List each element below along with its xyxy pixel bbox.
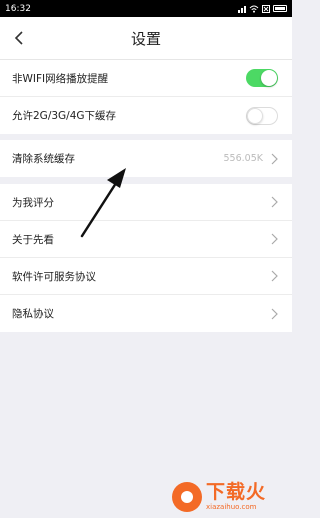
settings-screen: 16:32 设置 非WIFI网络播放提醒 允许2G/3G/4G下缓存 清除系统缓…	[0, 0, 292, 518]
setting-row-rate-us[interactable]: 为我评分	[0, 184, 292, 221]
back-button[interactable]	[6, 25, 32, 51]
chevron-left-icon	[14, 31, 23, 45]
non-wifi-reminder-toggle[interactable]	[246, 69, 278, 87]
toggle-knob	[247, 107, 263, 124]
setting-row-mobile-cache: 允许2G/3G/4G下缓存	[0, 97, 292, 134]
setting-row-about[interactable]: 关于先看	[0, 221, 292, 258]
nav-bar: 设置	[0, 17, 292, 60]
watermark-logo-icon	[172, 482, 202, 512]
watermark-sub: xiazaihuo.com	[206, 503, 257, 511]
setting-label: 允许2G/3G/4G下缓存	[12, 110, 117, 122]
status-time: 16:32	[5, 3, 31, 14]
chevron-right-icon	[271, 233, 278, 245]
setting-label: 关于先看	[12, 233, 54, 246]
page-title: 设置	[130, 29, 161, 48]
setting-label: 非WIFI网络播放提醒	[12, 72, 109, 85]
battery-icon	[273, 5, 287, 12]
chevron-right-icon	[271, 196, 278, 208]
cache-group: 清除系统缓存 556.05K	[0, 140, 292, 177]
status-bar: 16:32	[0, 0, 292, 17]
status-icons	[238, 4, 287, 13]
row-right: 556.05K	[224, 153, 278, 165]
setting-row-non-wifi-reminder: 非WIFI网络播放提醒	[0, 60, 292, 97]
playback-settings-group: 非WIFI网络播放提醒 允许2G/3G/4G下缓存	[0, 60, 292, 134]
setting-row-clear-cache[interactable]: 清除系统缓存 556.05K	[0, 140, 292, 177]
toggle-knob	[261, 70, 277, 86]
watermark-text: 下载火 xiazaihuo.com	[206, 483, 266, 511]
setting-label: 软件许可服务协议	[12, 270, 96, 283]
setting-label: 为我评分	[12, 196, 54, 209]
setting-row-license[interactable]: 软件许可服务协议	[0, 258, 292, 295]
about-group: 为我评分 关于先看 软件许可服务协议 隐私协议	[0, 184, 292, 332]
mobile-cache-toggle[interactable]	[246, 106, 278, 125]
chevron-right-icon	[271, 308, 278, 319]
setting-row-privacy[interactable]: 隐私协议	[0, 295, 292, 332]
watermark: 下载火 xiazaihuo.com	[172, 478, 290, 516]
watermark-main: 下载火	[206, 481, 267, 503]
cache-size-value: 556.05K	[223, 153, 263, 164]
notification-icon	[262, 4, 270, 13]
setting-label: 隐私协议	[12, 308, 54, 320]
wifi-icon	[249, 5, 259, 13]
chevron-right-icon	[271, 270, 278, 282]
setting-label: 清除系统缓存	[12, 153, 75, 165]
signal-icon	[238, 5, 246, 13]
chevron-right-icon	[271, 153, 278, 164]
